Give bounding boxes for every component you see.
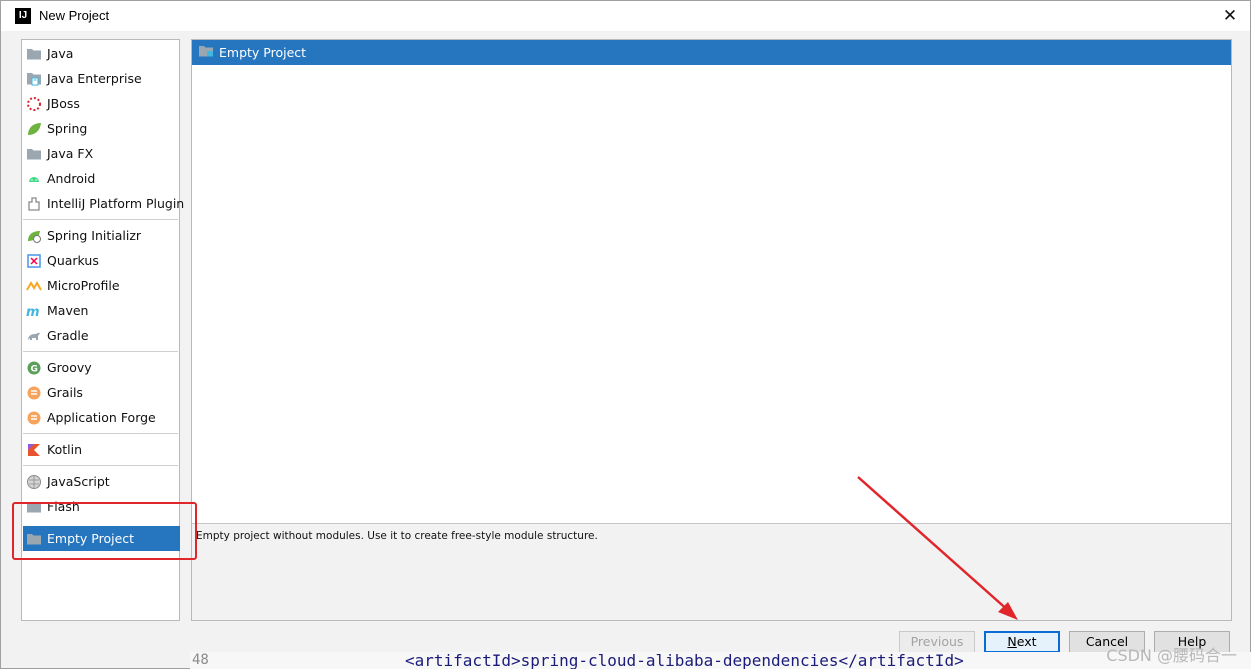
list-separator bbox=[23, 433, 178, 434]
maven-icon: m bbox=[26, 303, 42, 319]
list-item-jboss[interactable]: JBoss bbox=[26, 91, 178, 116]
list-item-label: Java FX bbox=[47, 146, 94, 161]
list-item-label: Spring bbox=[47, 121, 88, 136]
list-item-label: Gradle bbox=[47, 328, 89, 343]
globe-icon bbox=[26, 474, 42, 490]
list-item-label: Java bbox=[47, 46, 74, 61]
list-item-label: JavaScript bbox=[47, 474, 110, 489]
list-item-maven[interactable]: m Maven bbox=[26, 298, 178, 323]
quarkus-icon bbox=[26, 253, 42, 269]
list-item-java-enterprise[interactable]: Java Enterprise bbox=[26, 66, 178, 91]
list-item-microprofile[interactable]: MicroProfile bbox=[26, 273, 178, 298]
background-editor-strip: 48 <artifactId>spring-cloud-alibaba-depe… bbox=[190, 652, 1251, 669]
list-item-label: Grails bbox=[47, 385, 83, 400]
grails-icon bbox=[26, 385, 42, 401]
list-item-java[interactable]: Java bbox=[26, 41, 178, 66]
android-icon bbox=[26, 171, 42, 187]
jboss-icon bbox=[26, 96, 42, 112]
list-item-label: IntelliJ Platform Plugin bbox=[47, 196, 185, 211]
application-forge-icon bbox=[26, 410, 42, 426]
list-item-label: Groovy bbox=[47, 360, 92, 375]
list-separator bbox=[23, 219, 178, 220]
line-number: 48 bbox=[192, 652, 209, 668]
window-title: New Project bbox=[39, 8, 110, 23]
microprofile-icon bbox=[26, 278, 42, 294]
list-item-label: MicroProfile bbox=[47, 278, 120, 293]
list-item-gradle[interactable]: Gradle bbox=[26, 323, 178, 348]
list-item-kotlin[interactable]: Kotlin bbox=[26, 437, 178, 462]
template-item-empty-project[interactable]: Empty Project bbox=[192, 40, 1231, 65]
plugin-icon bbox=[26, 196, 42, 212]
java-enterprise-icon bbox=[26, 71, 42, 87]
template-item-label: Empty Project bbox=[219, 45, 307, 60]
list-item-empty-project[interactable]: Empty Project bbox=[23, 526, 180, 551]
previous-button[interactable]: Previous bbox=[899, 631, 975, 653]
list-item-label: Spring Initializr bbox=[47, 228, 142, 243]
list-item-application-forge[interactable]: Application Forge bbox=[26, 405, 178, 430]
list-item-label: Quarkus bbox=[47, 253, 99, 268]
folder-icon bbox=[26, 46, 42, 62]
project-type-list: Java Java Enterprise JBoss Spring Java FX And… bbox=[21, 39, 184, 621]
next-mnemonic: N bbox=[1007, 634, 1017, 649]
spring-initializr-icon bbox=[26, 228, 42, 244]
intellij-app-icon: IJ bbox=[15, 8, 31, 24]
svg-text:m: m bbox=[26, 305, 40, 319]
list-item-java-fx[interactable]: Java FX bbox=[26, 141, 178, 166]
template-description: Empty project without modules. Use it to… bbox=[196, 530, 598, 542]
list-separator bbox=[23, 465, 178, 466]
close-button[interactable]: ✕ bbox=[1210, 1, 1250, 31]
list-item-grails[interactable]: Grails bbox=[26, 380, 178, 405]
new-project-dialog: IJ New Project ✕ Java Java Enterprise JBos… bbox=[0, 0, 1251, 669]
folder-icon bbox=[26, 146, 42, 162]
gradle-icon bbox=[26, 328, 42, 344]
project-template-panel: Empty Project Empty project without modu… bbox=[191, 39, 1232, 621]
folder-icon bbox=[26, 531, 42, 547]
list-item-quarkus[interactable]: Quarkus bbox=[26, 248, 178, 273]
list-item-spring[interactable]: Spring bbox=[26, 116, 178, 141]
list-item-javascript[interactable]: JavaScript bbox=[26, 469, 178, 494]
list-item-label: JBoss bbox=[47, 96, 80, 111]
folder-icon bbox=[26, 499, 42, 515]
next-button[interactable]: Next bbox=[984, 631, 1060, 653]
title-bar: IJ New Project ✕ bbox=[1, 1, 1250, 31]
code-line: <artifactId>spring-cloud-alibaba-depende… bbox=[405, 652, 964, 669]
list-item-groovy[interactable]: G Groovy bbox=[26, 355, 178, 380]
list-item-label: Application Forge bbox=[47, 410, 156, 425]
list-item-label: Java Enterprise bbox=[47, 71, 142, 86]
folder-icon bbox=[198, 44, 214, 62]
list-item-label: Empty Project bbox=[47, 531, 135, 546]
groovy-icon: G bbox=[26, 360, 42, 376]
list-item-intellij-platform-plugin[interactable]: IntelliJ Platform Plugin bbox=[26, 191, 184, 216]
watermark: CSDN @腰码合一 bbox=[1106, 646, 1237, 665]
svg-text:G: G bbox=[31, 364, 38, 374]
spring-leaf-icon bbox=[26, 121, 42, 137]
list-item-android[interactable]: Android bbox=[26, 166, 178, 191]
kotlin-icon bbox=[26, 442, 42, 458]
list-item-spring-initializr[interactable]: Spring Initializr bbox=[26, 223, 178, 248]
list-separator bbox=[23, 351, 178, 352]
list-item-label: Flash bbox=[47, 499, 80, 514]
list-item-flash[interactable]: Flash bbox=[26, 494, 178, 519]
list-item-label: Kotlin bbox=[47, 442, 82, 457]
description-area: Empty project without modules. Use it to… bbox=[192, 523, 1231, 620]
list-item-label: Maven bbox=[47, 303, 89, 318]
next-label: ext bbox=[1016, 634, 1037, 649]
list-item-label: Android bbox=[47, 171, 96, 186]
